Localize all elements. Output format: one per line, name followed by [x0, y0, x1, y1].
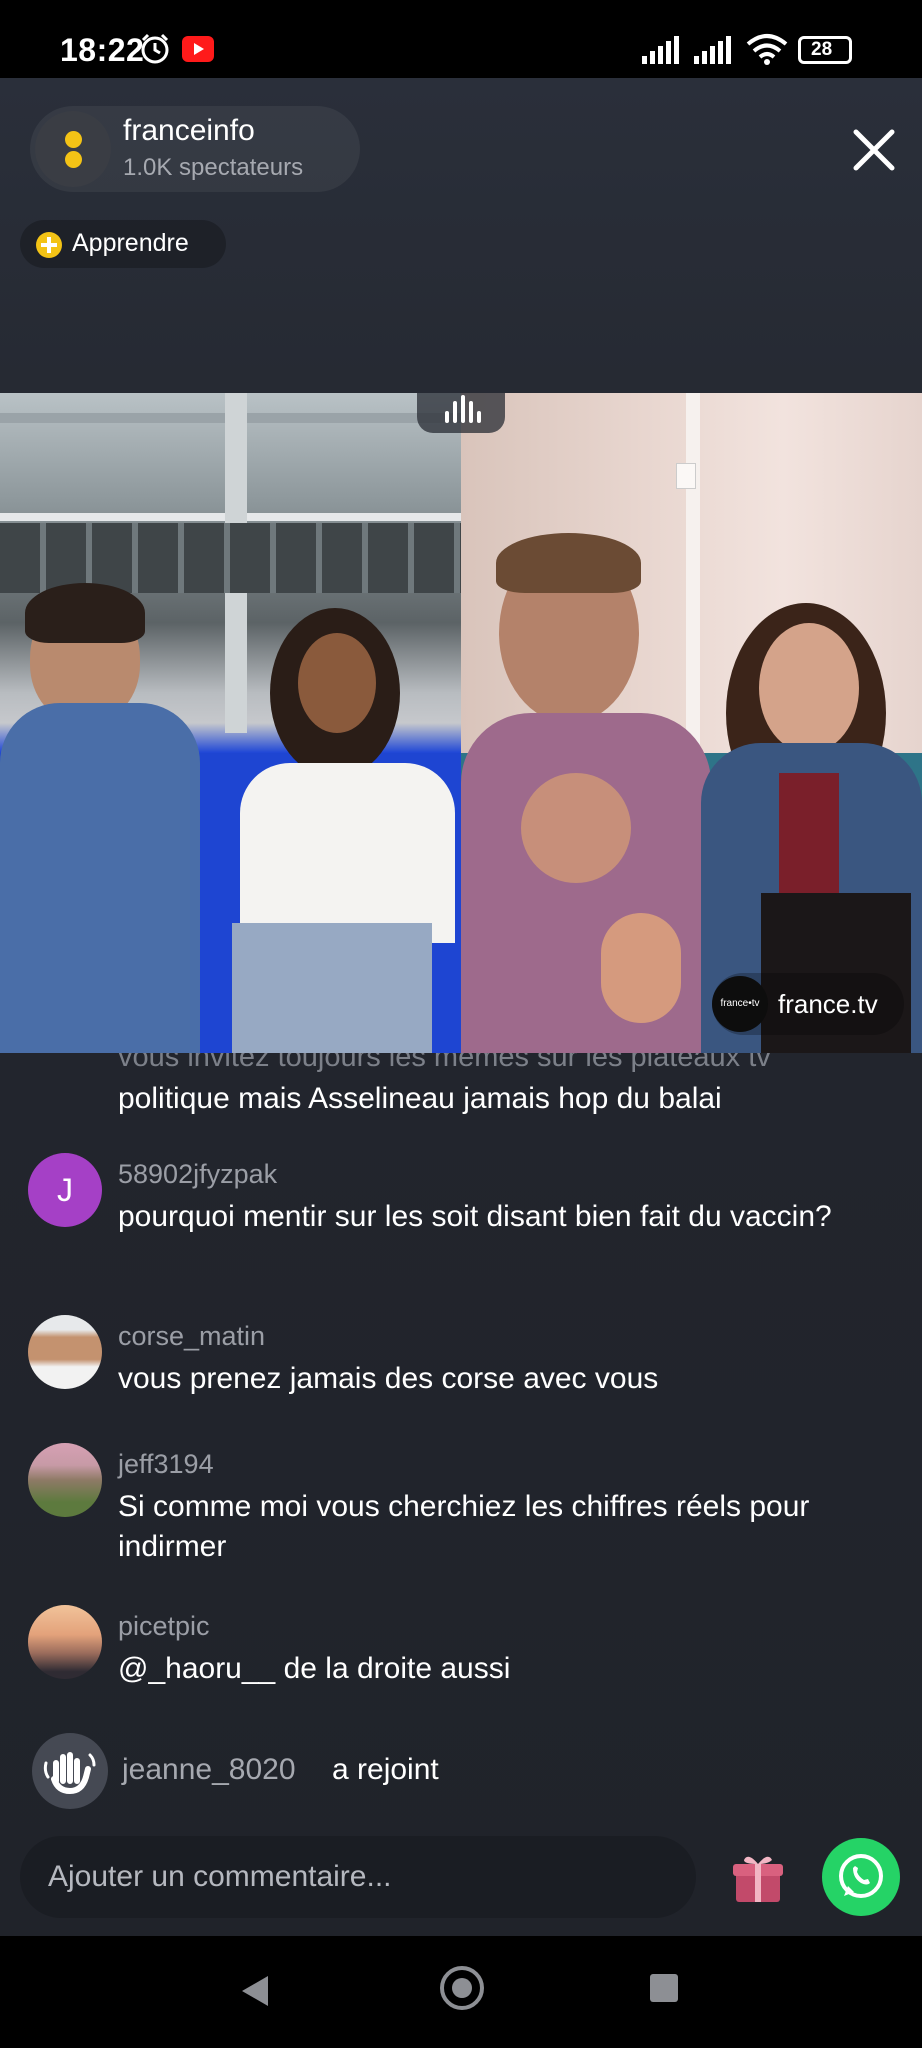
- broadcaster-name: france.tv: [778, 989, 878, 1019]
- avatar[interactable]: [28, 1315, 102, 1389]
- comment-text: vous prenez jamais des corse avec vous: [118, 1362, 659, 1395]
- learn-button[interactable]: Apprendre: [20, 220, 226, 268]
- comment-cut-off-text: vous invitez toujours les mêmes sur les …: [118, 1053, 771, 1073]
- whatsapp-share-button[interactable]: [822, 1838, 900, 1916]
- status-time: 18:22: [60, 32, 145, 68]
- close-icon[interactable]: [848, 124, 900, 176]
- comment-input-container[interactable]: [20, 1836, 696, 1918]
- joined-username[interactable]: jeanne_8020: [122, 1753, 296, 1787]
- comment-username[interactable]: picetpic: [118, 1611, 210, 1642]
- live-video[interactable]: france•tv france.tv: [0, 393, 922, 1053]
- plus-coin-icon: [36, 232, 62, 258]
- broadcaster-watermark: france•tv france.tv: [712, 973, 904, 1035]
- video-pane-right: [461, 393, 922, 1053]
- video-pane-left: [0, 393, 461, 1053]
- back-icon[interactable]: [240, 1974, 270, 2008]
- home-icon[interactable]: [440, 1966, 484, 2010]
- channel-info[interactable]: franceinfo 1.0K spectateurs: [30, 106, 360, 192]
- avatar[interactable]: [28, 1605, 102, 1679]
- france-tv-logo: france•tv: [712, 976, 768, 1032]
- status-bar: 18:22 28: [0, 0, 922, 78]
- gift-icon[interactable]: [730, 1850, 786, 1906]
- join-notification: jeanne_8020 a rejoint: [0, 1733, 922, 1813]
- channel-name: franceinfo: [123, 114, 255, 147]
- wave-hand-icon: [32, 1733, 108, 1809]
- comment-feed[interactable]: vous invitez toujours les mêmes sur les …: [0, 1053, 922, 1793]
- avatar[interactable]: J: [28, 1153, 102, 1227]
- signal-icon: [642, 36, 679, 64]
- battery-icon: 28: [798, 36, 852, 64]
- youtube-icon: [182, 36, 214, 62]
- comment-username[interactable]: jeff3194: [118, 1449, 214, 1480]
- comment-text: Si comme moi vous cherchiez les chiffres…: [118, 1490, 810, 1563]
- live-stream-screen: franceinfo 1.0K spectateurs Apprendre fr…: [0, 78, 922, 1936]
- battery-level: 28: [811, 39, 833, 60]
- comment-text: @_haoru__ de la droite aussi: [118, 1652, 511, 1685]
- comment-username[interactable]: corse_matin: [118, 1321, 265, 1352]
- channel-avatar[interactable]: [35, 111, 111, 187]
- comment-text: pourquoi mentir sur les soit disant bien…: [118, 1200, 832, 1233]
- joined-label: a rejoint: [332, 1753, 439, 1786]
- navigation-bar: [0, 1936, 922, 2048]
- comment-username[interactable]: 58902jfyzpak: [118, 1159, 277, 1190]
- viewer-count: 1.0K spectateurs: [123, 154, 304, 181]
- comment-input[interactable]: [48, 1836, 678, 1918]
- signal-icon-2: [694, 36, 731, 64]
- learn-label: Apprendre: [72, 229, 189, 257]
- comment-text: politique mais Asselineau jamais hop du …: [118, 1082, 722, 1115]
- audio-toggle[interactable]: [417, 393, 505, 433]
- wifi-icon: [746, 34, 788, 65]
- alarm-icon: [141, 33, 169, 64]
- whatsapp-icon: [839, 1854, 883, 1898]
- recent-apps-icon[interactable]: [650, 1974, 678, 2002]
- avatar[interactable]: [28, 1443, 102, 1517]
